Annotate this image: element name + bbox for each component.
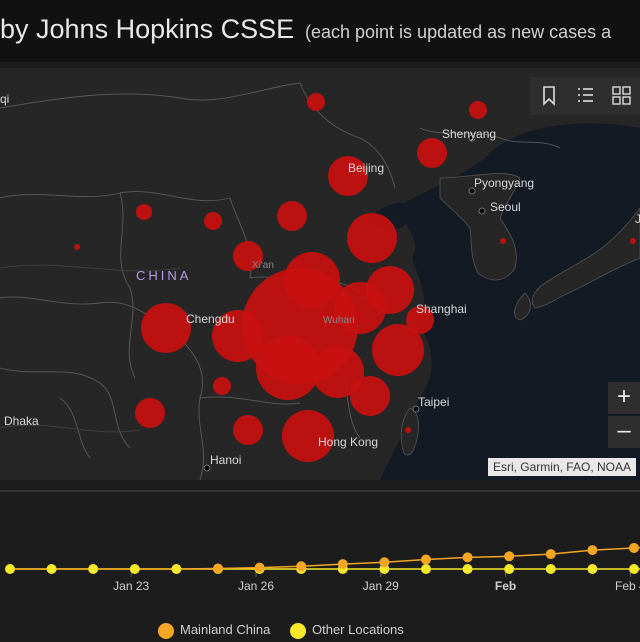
label-china: CHINA xyxy=(136,268,191,283)
marker-tibet[interactable] xyxy=(74,244,80,250)
label-shenyang: Shenyang xyxy=(442,127,496,141)
marker-hunan[interactable] xyxy=(256,336,320,400)
title-bar: by Johns Hopkins CSSE (each point is upd… xyxy=(0,0,640,62)
data-point-other-locations[interactable] xyxy=(421,564,431,574)
map-canvas[interactable]: qi Shenyang Beijing Pyongyang Seoul CHIN… xyxy=(0,68,640,480)
marker-taiwan[interactable] xyxy=(405,427,411,433)
data-point-mainland-china[interactable] xyxy=(254,562,265,573)
grid-icon xyxy=(612,86,631,105)
legend-item-mainland-china[interactable]: Mainland China xyxy=(158,620,270,640)
data-point-other-locations[interactable] xyxy=(629,564,639,574)
data-point-mainland-china[interactable] xyxy=(379,557,390,568)
label-taipei: Taipei xyxy=(418,395,449,409)
page-subtitle: (each point is updated as new cases a xyxy=(305,22,612,42)
label-hanoi: Hanoi xyxy=(210,453,241,467)
data-point-mainland-china[interactable] xyxy=(545,549,556,560)
legend-dot-other-locations xyxy=(290,622,306,639)
data-point-other-locations[interactable] xyxy=(587,564,598,574)
marker-jiangsu[interactable] xyxy=(366,266,414,314)
x-tick-label: Jan 23 xyxy=(113,579,149,593)
bookmark-icon xyxy=(543,86,555,106)
label-xian: Xi'an xyxy=(252,260,274,271)
map-toolbar xyxy=(530,77,640,115)
marker-heilongjiang[interactable] xyxy=(469,101,487,119)
marker-south-korea[interactable] xyxy=(500,238,506,244)
marker-guangxi[interactable] xyxy=(233,415,263,445)
map-panel[interactable]: qi Shenyang Beijing Pyongyang Seoul CHIN… xyxy=(0,68,640,480)
data-point-other-locations[interactable] xyxy=(462,564,473,574)
data-point-other-locations[interactable] xyxy=(545,564,556,574)
data-point-mainland-china[interactable] xyxy=(296,561,307,572)
city-dot-seoul xyxy=(478,207,486,215)
data-point-mainland-china[interactable] xyxy=(504,551,515,562)
data-point-other-locations[interactable] xyxy=(171,564,182,574)
label-hongkong: Hong Kong xyxy=(318,435,378,449)
data-point-mainland-china[interactable] xyxy=(462,552,473,563)
legend-label-other-locations: Other Locations xyxy=(312,622,404,637)
marker-japan[interactable] xyxy=(630,238,636,244)
map-attribution: Esri, Garmin, FAO, NOAA xyxy=(487,458,636,476)
chart-panel: Jan 23 Jan 26 Jan 29 Feb Feb 4 Mainland Chin… xyxy=(0,490,640,642)
marker-ningxia[interactable] xyxy=(136,204,152,220)
x-tick-label: Feb 4 xyxy=(615,579,640,593)
label-dhaka: Dhaka xyxy=(4,414,39,428)
label-seoul: Seoul xyxy=(490,200,521,214)
x-tick-label: Feb xyxy=(495,579,516,593)
bookmark-button[interactable] xyxy=(532,77,566,115)
legend-item-other-locations[interactable]: Other Locations xyxy=(290,620,404,640)
x-tick-label: Jan 29 xyxy=(363,579,399,593)
marker-henan[interactable] xyxy=(284,252,340,308)
data-point-mainland-china[interactable] xyxy=(421,554,431,565)
marker-sichuan[interactable] xyxy=(141,303,191,353)
label-chengdu: Chengdu xyxy=(186,312,235,326)
data-point-mainland-china[interactable] xyxy=(213,563,223,574)
timeline-chart: Jan 23 Jan 26 Jan 29 Feb Feb 4 xyxy=(5,542,640,593)
data-point-other-locations[interactable] xyxy=(5,564,15,574)
label-beijing: Beijing xyxy=(348,161,384,175)
legend-label-mainland-china: Mainland China xyxy=(180,622,271,637)
data-point-mainland-china[interactable] xyxy=(587,545,598,556)
marker-guizhou[interactable] xyxy=(213,377,231,395)
data-point-mainland-china[interactable] xyxy=(629,542,639,553)
data-point-other-locations[interactable] xyxy=(129,564,140,574)
data-point-other-locations[interactable] xyxy=(88,564,99,574)
marker-liaoning[interactable] xyxy=(417,138,447,168)
data-point-other-locations[interactable] xyxy=(504,564,515,574)
label-wuhan: Wuhan xyxy=(323,315,355,326)
list-icon xyxy=(578,88,593,102)
x-tick-label: Jan 26 xyxy=(238,579,274,593)
label-japan: J xyxy=(635,212,640,226)
marker-shandong[interactable] xyxy=(347,213,397,263)
series-line-mainland-china xyxy=(10,546,640,570)
label-pyongyang: Pyongyang xyxy=(474,176,534,190)
page-title: by Johns Hopkins CSSE xyxy=(0,14,295,44)
marker-fujian[interactable] xyxy=(350,376,390,416)
marker-gansu[interactable] xyxy=(204,212,222,230)
legend-button[interactable] xyxy=(568,77,602,115)
label-shanghai: Shanghai xyxy=(416,302,467,316)
zoom-out-button[interactable]: – xyxy=(608,416,640,448)
zoom-in-button[interactable]: + xyxy=(608,382,640,414)
legend-dot-mainland-china xyxy=(158,622,174,639)
marker-yunnan[interactable] xyxy=(135,398,165,428)
label-iraq: qi xyxy=(0,92,9,106)
marker-inner-mongolia[interactable] xyxy=(307,93,325,111)
marker-hebei[interactable] xyxy=(277,201,307,231)
data-point-other-locations[interactable] xyxy=(46,564,57,574)
data-point-mainland-china[interactable] xyxy=(337,559,348,570)
basemap-button[interactable] xyxy=(604,77,638,115)
